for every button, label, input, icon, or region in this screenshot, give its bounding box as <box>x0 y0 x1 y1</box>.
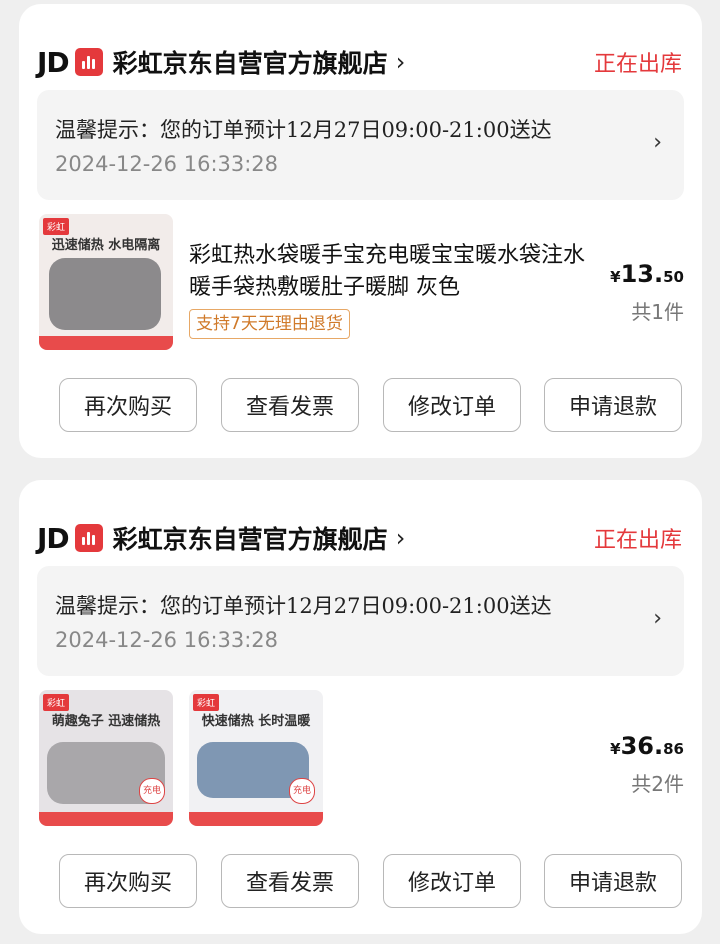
brand-logo: 彩虹 <box>43 694 70 711</box>
view-invoice-button[interactable]: 查看发票 <box>221 378 359 432</box>
delivery-tip[interactable]: 温馨提示：您的订单预计12月27日09:00-21:00送达 2024-12-2… <box>37 90 684 200</box>
request-refund-button[interactable]: 申请退款 <box>544 378 682 432</box>
shop-link[interactable]: JD 彩虹京东自营官方旗舰店 › <box>37 42 405 82</box>
order-actions: 再次购买 查看发票 修改订单 申请退款 <box>59 854 683 910</box>
item-count: 共2件 <box>631 772 684 796</box>
jd-store-icon <box>74 48 103 76</box>
image-caption: 迅速储热 水电隔离 <box>51 238 161 253</box>
order-time: 2024-12-26 16:33:28 <box>55 628 279 652</box>
tip-text: 温馨提示：您的订单预计12月27日09:00-21:00送达 <box>55 118 552 142</box>
product-title[interactable]: 彩虹热水袋暖手宝充电暖宝宝暖水袋注水暖手袋热敷暖肚子暖脚 灰色 <box>189 240 589 304</box>
shop-name: 彩虹京东自营官方旗舰店 <box>112 49 388 78</box>
order-header: JD 彩虹京东自营官方旗舰店 › 正在出库 <box>37 42 682 82</box>
order-card[interactable]: JD 彩虹京东自营官方旗舰店 › 正在出库 温馨提示：您的订单预计12月27日0… <box>19 4 702 458</box>
brand-logo: 彩虹 <box>193 694 220 711</box>
order-status: 正在出库 <box>593 528 682 553</box>
tip-text: 温馨提示：您的订单预计12月27日09:00-21:00送达 <box>55 594 552 618</box>
order-status: 正在出库 <box>593 52 682 77</box>
order-time: 2024-12-26 16:33:28 <box>55 152 279 176</box>
image-caption: 快速储热 长时温暖 <box>201 714 311 729</box>
currency-symbol: ¥ <box>610 268 621 286</box>
modify-order-button[interactable]: 修改订单 <box>383 378 521 432</box>
jd-logo: JD <box>37 45 70 79</box>
price-integer: 13. <box>620 260 664 288</box>
return-policy-tag: 支持7天无理由退货 <box>189 309 350 339</box>
modify-order-button[interactable]: 修改订单 <box>383 854 521 908</box>
hot-water-bag-image <box>49 258 161 330</box>
price-integer: 36. <box>620 732 664 760</box>
chevron-right-icon: › <box>395 48 406 76</box>
jd-store-icon <box>74 524 103 552</box>
product-image[interactable]: 彩虹 迅速储热 水电隔离 <box>39 214 173 350</box>
chevron-right-icon: › <box>395 524 406 552</box>
order-price: ¥13.50 <box>610 260 684 288</box>
view-invoice-button[interactable]: 查看发票 <box>221 854 359 908</box>
buy-again-button[interactable]: 再次购买 <box>59 378 197 432</box>
charge-badge: 充电 <box>139 778 165 804</box>
brand-logo: 彩虹 <box>43 218 70 235</box>
shop-link[interactable]: JD 彩虹京东自营官方旗舰店 › <box>37 518 405 558</box>
price-decimal: 50 <box>663 268 684 286</box>
image-strip <box>189 812 323 826</box>
product-image[interactable]: 彩虹 萌趣兔子 迅速储热 充电 <box>39 690 173 826</box>
item-count: 共1件 <box>631 300 684 324</box>
chevron-right-icon: › <box>653 606 662 631</box>
shop-name: 彩虹京东自营官方旗舰店 <box>112 525 388 554</box>
chevron-right-icon: › <box>653 130 662 155</box>
currency-symbol: ¥ <box>610 740 621 758</box>
order-price: ¥36.86 <box>610 732 684 760</box>
product-image[interactable]: 彩虹 快速储热 长时温暖 充电 <box>189 690 323 826</box>
order-actions: 再次购买 查看发票 修改订单 申请退款 <box>59 378 683 434</box>
order-header: JD 彩虹京东自营官方旗舰店 › 正在出库 <box>37 518 682 558</box>
image-strip <box>39 812 173 826</box>
image-caption: 萌趣兔子 迅速储热 <box>51 714 161 729</box>
request-refund-button[interactable]: 申请退款 <box>544 854 682 908</box>
charge-badge: 充电 <box>289 778 315 804</box>
delivery-tip[interactable]: 温馨提示：您的订单预计12月27日09:00-21:00送达 2024-12-2… <box>37 566 684 676</box>
price-decimal: 86 <box>663 740 684 758</box>
image-strip <box>39 336 173 350</box>
buy-again-button[interactable]: 再次购买 <box>59 854 197 908</box>
product-row[interactable]: 彩虹 迅速储热 水电隔离 彩虹热水袋暖手宝充电暖宝宝暖水袋注水暖手袋热敷暖肚子暖… <box>39 214 684 354</box>
jd-logo: JD <box>37 521 70 555</box>
order-list-page: JD 彩虹京东自营官方旗舰店 › 正在出库 温馨提示：您的订单预计12月27日0… <box>0 0 720 944</box>
product-row[interactable]: 彩虹 萌趣兔子 迅速储热 充电 彩虹 快速储热 长时温暖 充电 ¥36.86 共… <box>39 690 684 830</box>
order-card[interactable]: JD 彩虹京东自营官方旗舰店 › 正在出库 温馨提示：您的订单预计12月27日0… <box>19 480 702 934</box>
